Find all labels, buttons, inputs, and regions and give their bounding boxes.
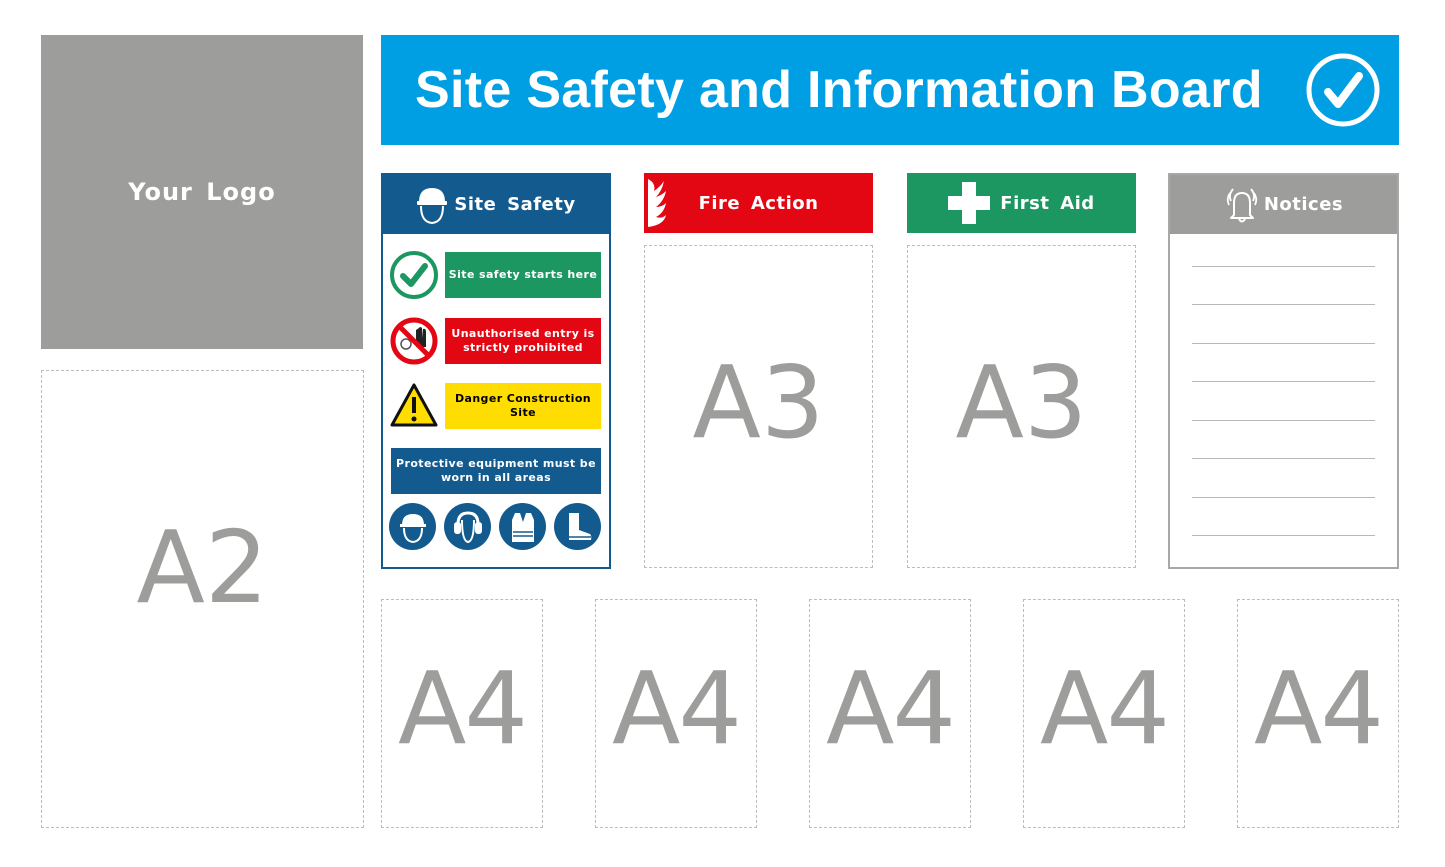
notice-line: [1192, 304, 1375, 305]
ppe-icon-row: [389, 503, 601, 550]
check-circle-icon: [1306, 53, 1380, 127]
slot-size-label: A4: [825, 650, 956, 767]
slot-size-label: A4: [611, 650, 742, 767]
flame-icon: [648, 179, 666, 227]
title-banner: Site Safety and Information Board: [381, 35, 1399, 145]
a3-slot-first-aid[interactable]: A3: [907, 245, 1136, 568]
logo-label: Your Logo: [128, 178, 276, 206]
sign-label: Unauthorised entry is strictly prohibite…: [445, 318, 601, 364]
cross-icon: [948, 182, 991, 224]
sign-label: Site safety starts here: [445, 252, 601, 298]
site-safety-title: Site Safety: [454, 194, 576, 215]
notices-header: Notices: [1170, 175, 1397, 234]
warning-triangle-icon: [390, 383, 438, 427]
a3-slot-fire-action[interactable]: A3: [644, 245, 873, 568]
slot-size-label: A4: [1253, 650, 1384, 767]
sign-label: Danger Construction Site: [445, 383, 601, 429]
slot-size-label: A2: [136, 509, 269, 626]
a4-slot[interactable]: A4: [809, 599, 971, 828]
notice-line: [1192, 535, 1375, 536]
bell-icon: [1226, 187, 1258, 222]
site-safety-panel: Site Safety Site safety starts here Unau…: [381, 173, 611, 569]
ppe-notice: Protective equipment must be worn in all…: [391, 448, 601, 494]
first-aid-header: First Aid: [907, 173, 1136, 233]
slot-size-label: A3: [955, 344, 1088, 461]
a4-slot[interactable]: A4: [595, 599, 757, 828]
notices-panel: Notices: [1168, 173, 1399, 569]
board-title: Site Safety and Information Board: [415, 61, 1263, 119]
sign-row: Unauthorised entry is strictly prohibite…: [389, 316, 601, 366]
fire-action-title: Fire Action: [698, 192, 819, 214]
ear-defenders-icon: [444, 503, 491, 550]
hi-vis-vest-icon: [499, 503, 546, 550]
hard-hat-icon: [389, 503, 436, 550]
slot-size-label: A4: [1039, 650, 1170, 767]
slot-size-label: A3: [692, 344, 825, 461]
sign-row: Danger Construction Site: [389, 381, 601, 431]
slot-size-label: A4: [397, 650, 528, 767]
notice-line: [1192, 497, 1375, 498]
notice-line: [1192, 266, 1375, 267]
site-safety-header: Site Safety: [383, 175, 609, 234]
check-circle-icon: [390, 251, 438, 299]
notices-title: Notices: [1263, 194, 1344, 215]
logo-placeholder: Your Logo: [41, 35, 363, 349]
a4-slot[interactable]: A4: [1237, 599, 1399, 828]
no-entry-hand-icon: [390, 317, 438, 365]
a4-slot[interactable]: A4: [1023, 599, 1185, 828]
a2-slot[interactable]: A2: [41, 370, 364, 828]
notice-line: [1192, 343, 1375, 344]
safety-boots-icon: [554, 503, 601, 550]
first-aid-title: First Aid: [1000, 192, 1095, 214]
sign-row: Site safety starts here: [389, 250, 601, 300]
notice-line: [1192, 381, 1375, 382]
hard-hat-head-icon: [417, 187, 448, 224]
a4-slot[interactable]: A4: [381, 599, 543, 828]
notice-line: [1192, 420, 1375, 421]
fire-action-header: Fire Action: [644, 173, 873, 233]
notice-line: [1192, 458, 1375, 459]
